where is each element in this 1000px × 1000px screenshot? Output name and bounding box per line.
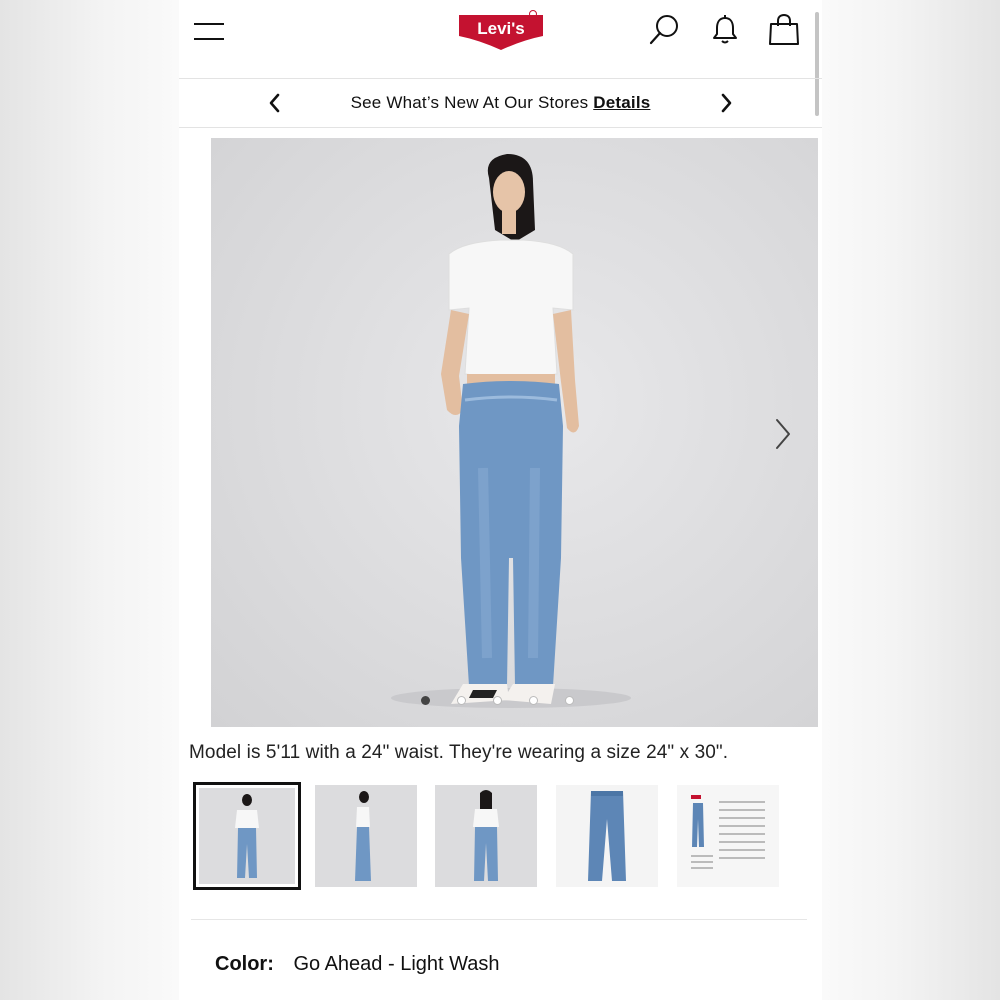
thumbnail-size-chart[interactable]	[677, 785, 779, 887]
backdrop-right	[822, 0, 1000, 1000]
divider	[191, 919, 807, 920]
brand-logo[interactable]: Levi's	[457, 10, 547, 52]
product-page: Levi's See What’s New At Our Stores Deta…	[179, 0, 822, 1000]
model-note: Model is 5'11 with a 24" waist. They're …	[189, 742, 729, 763]
site-header: Levi's	[179, 0, 822, 116]
gallery-next-icon[interactable]	[771, 416, 795, 452]
thumbnail-front-view[interactable]	[193, 782, 301, 890]
menu-icon[interactable]	[194, 20, 226, 42]
color-label: Color:	[215, 953, 274, 975]
svg-text:Levi's: Levi's	[477, 19, 525, 38]
pagination-dot[interactable]	[421, 696, 430, 705]
thumbnail-flat-lay[interactable]	[556, 785, 658, 887]
thumb-model-side	[355, 791, 371, 881]
pagination-dot[interactable]	[493, 696, 502, 705]
thumb-model-front	[235, 794, 259, 878]
thumbnail-back-view[interactable]	[435, 785, 537, 887]
model-illustration	[391, 154, 631, 708]
backdrop-left	[0, 0, 179, 1000]
thumb-jeans-flat	[588, 791, 626, 881]
thumbnail-strip	[191, 782, 811, 890]
search-icon[interactable]	[647, 12, 683, 48]
promo-message: See What’s New At Our Stores	[350, 93, 589, 112]
pagination-dot[interactable]	[457, 696, 466, 705]
promo-banner: See What’s New At Our Stores Details	[179, 78, 822, 128]
chevron-right-icon[interactable]	[714, 91, 738, 115]
thumb-size-chart	[691, 795, 765, 869]
thumb-model-back	[473, 790, 499, 881]
promo-details-link[interactable]: Details	[593, 93, 650, 112]
pagination-dot[interactable]	[529, 696, 538, 705]
shopping-bag-icon[interactable]	[766, 12, 802, 48]
pagination-dot[interactable]	[565, 696, 574, 705]
thumbnail-side-view[interactable]	[315, 785, 417, 887]
color-value: Go Ahead - Light Wash	[293, 953, 500, 975]
bell-icon[interactable]	[707, 12, 743, 48]
product-hero-image[interactable]	[211, 138, 818, 727]
color-selection: Color: Go Ahead - Light Wash	[215, 953, 500, 976]
